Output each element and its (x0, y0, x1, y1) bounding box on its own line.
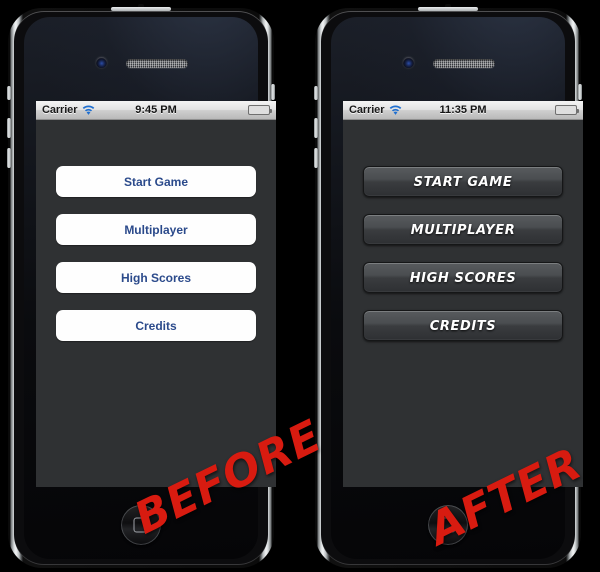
start-game-button[interactable]: Start Game (56, 166, 256, 197)
power-button[interactable] (578, 84, 582, 100)
credits-button[interactable]: CREDITS (363, 310, 563, 341)
phone-glass-front: Carrier 11:35 PM START GAME MULTIPLAYER … (331, 17, 583, 559)
phone-screen-after: Carrier 11:35 PM START GAME MULTIPLAYER … (343, 101, 583, 487)
front-camera-icon (403, 57, 414, 68)
earpiece-speaker-icon (126, 59, 188, 68)
status-bar: Carrier 11:35 PM (343, 101, 583, 120)
power-button[interactable] (271, 84, 275, 100)
phone-chassis: Carrier 11:35 PM START GAME MULTIPLAYER … (321, 11, 583, 565)
menu-button-list-after: START GAME MULTIPLAYER HIGH SCORES CREDI… (343, 166, 583, 358)
volume-up-button[interactable] (314, 118, 318, 138)
phone-chassis: Carrier 9:45 PM Start Game Multiplayer H… (14, 11, 276, 565)
app-body: Start Game Multiplayer High Scores Credi… (36, 120, 276, 487)
battery-icon (248, 105, 272, 115)
phone-screen-before: Carrier 9:45 PM Start Game Multiplayer H… (36, 101, 276, 487)
home-button-icon[interactable] (428, 505, 468, 545)
phone-before: Carrier 9:45 PM Start Game Multiplayer H… (7, 4, 276, 568)
phone-after: Carrier 11:35 PM START GAME MULTIPLAYER … (314, 4, 583, 568)
multiplayer-button[interactable]: Multiplayer (56, 214, 256, 245)
earpiece-speaker-icon (433, 59, 495, 68)
home-button-icon[interactable] (121, 505, 161, 545)
battery-icon (555, 105, 579, 115)
high-scores-button[interactable]: HIGH SCORES (363, 262, 563, 293)
multiplayer-button[interactable]: MULTIPLAYER (363, 214, 563, 245)
start-game-button[interactable]: START GAME (363, 166, 563, 197)
phone-glass-front: Carrier 9:45 PM Start Game Multiplayer H… (24, 17, 276, 559)
mute-switch[interactable] (314, 86, 318, 100)
status-bar: Carrier 9:45 PM (36, 101, 276, 120)
app-body: START GAME MULTIPLAYER HIGH SCORES CREDI… (343, 120, 583, 487)
mute-switch[interactable] (7, 86, 11, 100)
volume-down-button[interactable] (314, 148, 318, 168)
status-bar-clock: 11:35 PM (439, 104, 487, 116)
volume-down-button[interactable] (7, 148, 11, 168)
status-bar-clock: 9:45 PM (135, 104, 177, 116)
front-camera-icon (96, 57, 107, 68)
volume-up-button[interactable] (7, 118, 11, 138)
credits-button[interactable]: Credits (56, 310, 256, 341)
menu-button-list-before: Start Game Multiplayer High Scores Credi… (36, 166, 276, 358)
comparison-stage: Carrier 9:45 PM Start Game Multiplayer H… (0, 0, 600, 572)
high-scores-button[interactable]: High Scores (56, 262, 256, 293)
